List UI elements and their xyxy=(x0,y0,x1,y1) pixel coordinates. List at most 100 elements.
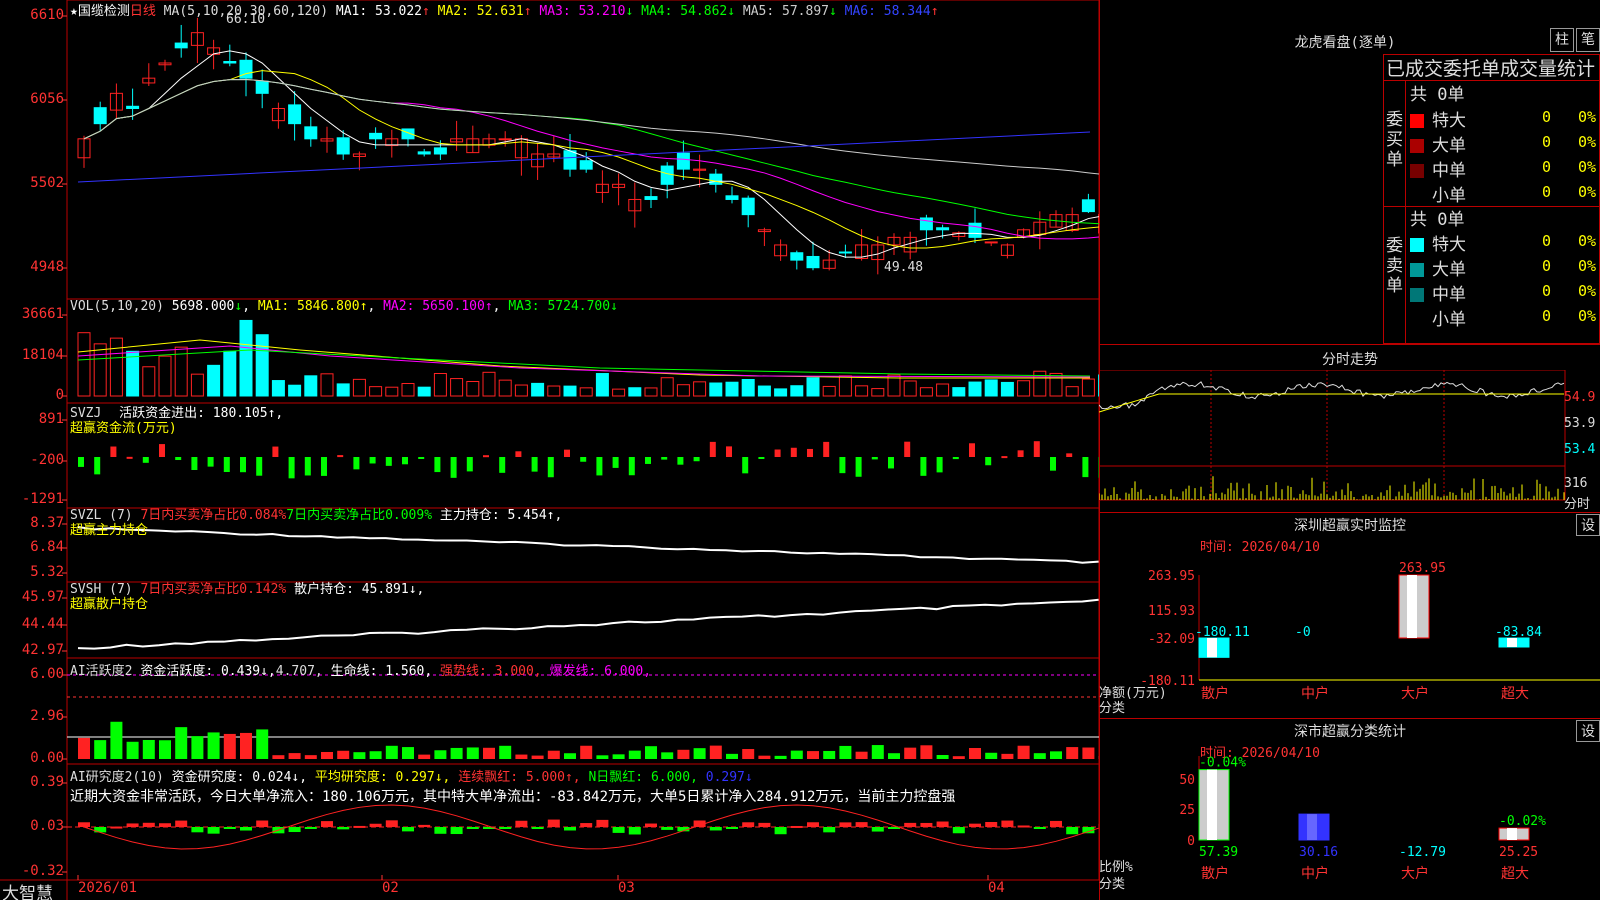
svzj-bar xyxy=(531,457,538,472)
volume-bar xyxy=(1017,380,1031,397)
period-label[interactable]: 日线 xyxy=(130,4,156,19)
svzj-bar xyxy=(677,457,684,465)
active-bar xyxy=(175,727,188,759)
volume-bar xyxy=(190,373,204,397)
y-tick: -200 xyxy=(30,452,64,468)
svzj-bar xyxy=(1001,456,1008,459)
candle xyxy=(223,61,237,64)
y-tick: 6.84 xyxy=(30,539,64,555)
volume-bar xyxy=(514,384,528,397)
svzj-bar xyxy=(223,457,230,473)
active-bar xyxy=(564,753,576,759)
y-tick: 8.37 xyxy=(30,515,64,531)
active-bar xyxy=(240,732,252,759)
research-bar xyxy=(353,825,366,828)
sell-row-label: 特大 xyxy=(1432,235,1466,255)
buy-row: 大单 xyxy=(1410,131,1466,156)
active-bar xyxy=(531,755,544,759)
candle xyxy=(806,255,820,269)
ma-line xyxy=(83,79,1099,240)
active-bar xyxy=(871,745,884,759)
research-bar xyxy=(628,827,641,835)
volume-bar xyxy=(936,383,950,397)
volume-bar xyxy=(369,386,383,397)
stock-name[interactable]: ★国缆检测 xyxy=(70,4,130,19)
high-price-label: 66.10 xyxy=(226,12,266,27)
svzj-bar xyxy=(596,457,603,476)
svzj-bar xyxy=(985,457,992,466)
bar-mode-button[interactable]: 柱 xyxy=(1550,28,1574,52)
sz2-bottom-label: 25.25 xyxy=(1499,845,1538,860)
volume-bar xyxy=(628,387,642,397)
volume-bar xyxy=(757,385,771,397)
research-bar xyxy=(126,823,139,827)
intra-price-line xyxy=(1099,381,1565,410)
svzj-subtitle: 超赢资金流(万元) xyxy=(70,421,177,436)
volume-bar xyxy=(450,378,464,397)
tick-mode-button[interactable]: 笔 xyxy=(1576,28,1600,52)
volume-bar xyxy=(109,337,123,397)
research-bar xyxy=(304,827,317,829)
candle xyxy=(126,105,140,109)
research-bar xyxy=(94,827,107,833)
buy-row-label: 中单 xyxy=(1432,161,1466,181)
volume-bar xyxy=(142,366,156,397)
buy-row: 小单 xyxy=(1410,181,1466,206)
vol-title: VOL(5,10,20) xyxy=(70,299,164,314)
active-bar xyxy=(628,750,641,759)
sz2-bottom-label: -12.79 xyxy=(1399,845,1446,860)
candle xyxy=(579,160,593,170)
intraday-chart[interactable] xyxy=(1099,370,1600,512)
volume-bar xyxy=(790,385,804,397)
svzj-bar xyxy=(369,457,376,464)
volume-bar xyxy=(806,377,820,397)
sz2-category: 大户 xyxy=(1401,865,1429,882)
candle xyxy=(255,80,269,94)
sz-monitor-settings-button[interactable]: 设 xyxy=(1576,514,1600,536)
main-chart-canvas[interactable] xyxy=(0,0,1099,900)
intra-vol-tick: 316 xyxy=(1564,476,1588,491)
y-tick: 0 xyxy=(55,387,64,403)
research-bar xyxy=(547,819,560,827)
volume-bar xyxy=(207,364,221,397)
sz1-y-tick: -32.09 xyxy=(1148,632,1195,647)
candle xyxy=(336,137,350,155)
svzj-bar xyxy=(628,457,635,476)
research-bar xyxy=(920,822,933,827)
active-bar xyxy=(450,747,463,759)
sz-monitor-xlabel: 分类 xyxy=(1099,701,1126,716)
sz2-y-tick: 75 xyxy=(1179,756,1195,757)
sz1-y-tick: 263.95 xyxy=(1148,569,1195,584)
svzj-bar xyxy=(434,457,441,473)
candle xyxy=(498,138,512,141)
active-bar xyxy=(985,752,998,759)
sz-class-xlabel: 分类 xyxy=(1099,877,1126,892)
low-price-label: 49.48 xyxy=(884,260,924,275)
sz2-bottom-label: 30.16 xyxy=(1299,845,1338,860)
svzj-bar xyxy=(790,447,797,457)
active-bar xyxy=(1017,745,1030,759)
svzj-bar xyxy=(288,457,295,479)
buy-color-swatch xyxy=(1410,189,1424,203)
active-bar xyxy=(580,745,593,759)
research-bar xyxy=(110,826,123,829)
active-bar xyxy=(223,733,236,759)
ai-active-t1: 资金活跃度: 0.439↓, xyxy=(140,664,276,679)
dragon-tabs[interactable]: 已成交委托单成交量统计 xyxy=(1386,54,1595,81)
ai-research-t3: 连续飘红: 5.000↑, xyxy=(458,770,581,785)
dragon-title: 龙虎看盘(逐单) xyxy=(1294,35,1396,51)
active-bar xyxy=(321,751,333,759)
candle xyxy=(174,42,188,49)
research-bar xyxy=(78,822,90,827)
research-bar xyxy=(612,827,625,833)
ai-research-t1: 资金研究度: 0.024↓, xyxy=(171,770,308,785)
svzl-red: 7日内买卖净占比0.084% xyxy=(140,508,287,523)
research-bar xyxy=(434,827,447,834)
research-bar xyxy=(240,827,252,831)
sz-class-settings-button[interactable]: 设 xyxy=(1576,720,1600,742)
research-bar xyxy=(726,827,738,829)
volume-bar xyxy=(774,388,788,397)
volume-bar xyxy=(903,380,917,397)
volume-bar xyxy=(77,332,91,397)
active-bar xyxy=(742,749,755,759)
